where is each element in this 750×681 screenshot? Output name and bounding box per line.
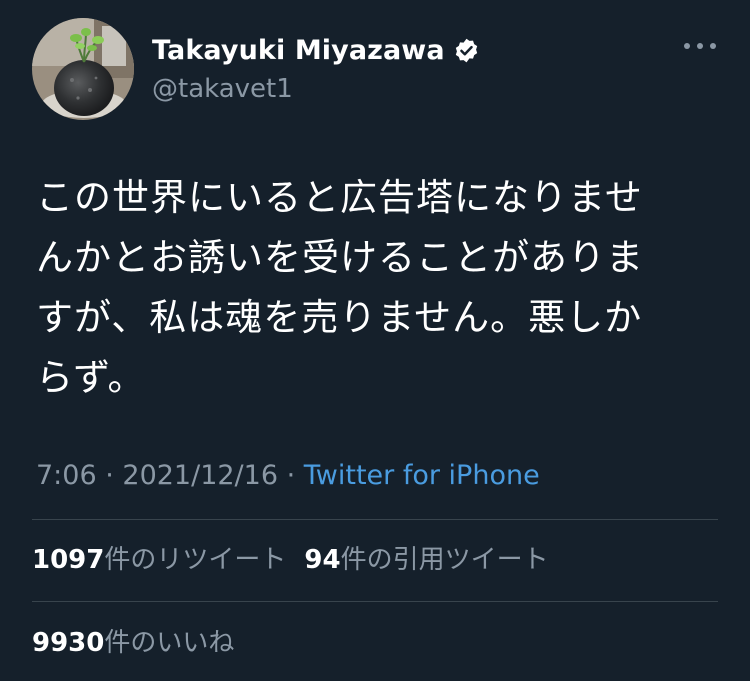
tweet-meta: 7:06 · 2021/12/16 · Twitter for iPhone bbox=[36, 456, 540, 496]
more-options-icon[interactable] bbox=[684, 40, 716, 52]
likes-count: 9930 bbox=[32, 628, 105, 658]
quote-tweets-stat[interactable]: 94 件の引用ツイート bbox=[304, 542, 548, 578]
divider bbox=[32, 519, 718, 520]
more-dot-icon bbox=[684, 43, 690, 49]
display-name[interactable]: Takayuki Miyazawa bbox=[152, 35, 445, 66]
quotes-label: 件の引用ツイート bbox=[340, 545, 549, 575]
more-dot-icon bbox=[710, 43, 716, 49]
tweet-source-link[interactable]: Twitter for iPhone bbox=[304, 460, 540, 491]
likes-stats-row: 9930 件のいいね bbox=[32, 625, 234, 661]
tweet-text: この世界にいると広告塔になりませ んかとお誘いを受けることがありま すが、私は魂… bbox=[36, 176, 644, 399]
more-dot-icon bbox=[697, 43, 703, 49]
tweet-header: Takayuki Miyazawa @takavet1 bbox=[32, 18, 722, 122]
retweets-stat[interactable]: 1097 件のリツイート bbox=[32, 542, 286, 578]
tweet-date[interactable]: 2021/12/16 bbox=[122, 460, 278, 491]
author-handle[interactable]: @takavet1 bbox=[152, 74, 480, 104]
meta-separator: · bbox=[278, 460, 304, 491]
likes-stat[interactable]: 9930 件のいいね bbox=[32, 625, 234, 661]
display-name-row: Takayuki Miyazawa bbox=[152, 32, 480, 68]
quotes-count: 94 bbox=[304, 545, 341, 575]
retweets-count: 1097 bbox=[32, 545, 105, 575]
retweets-label: 件のリツイート bbox=[104, 545, 287, 575]
avatar[interactable] bbox=[32, 18, 134, 120]
tweet-detail: Takayuki Miyazawa @takavet1 この世界にいると広告塔に… bbox=[0, 0, 750, 681]
tweet-time[interactable]: 7:06 bbox=[36, 460, 97, 491]
verified-badge-icon bbox=[453, 37, 480, 64]
meta-separator: · bbox=[96, 460, 123, 491]
divider bbox=[32, 601, 718, 602]
engagement-stats-row: 1097 件のリツイート 94 件の引用ツイート bbox=[32, 542, 549, 578]
author-names: Takayuki Miyazawa @takavet1 bbox=[152, 32, 480, 104]
likes-label: 件のいいね bbox=[104, 628, 235, 658]
